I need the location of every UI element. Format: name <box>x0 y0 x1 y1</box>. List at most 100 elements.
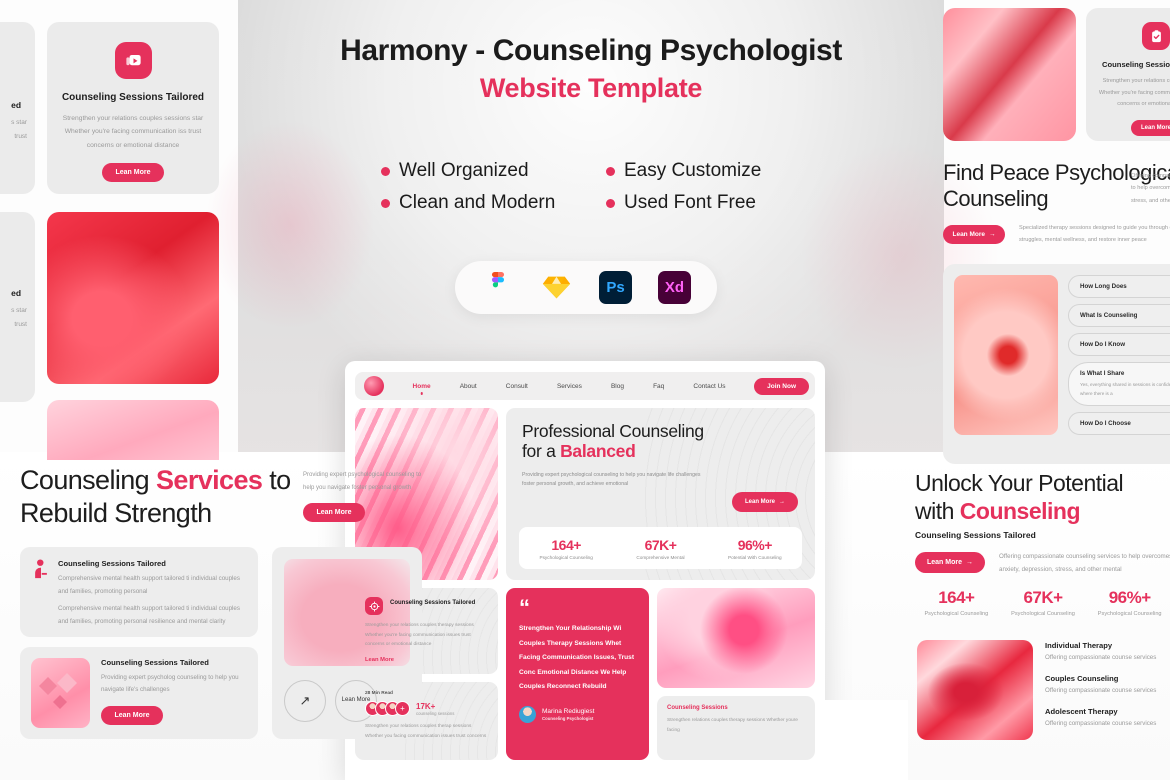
session-count-label: counseling sessions <box>416 710 455 716</box>
bottom-right-stat: 164+ Psychological Counseling <box>913 588 1000 617</box>
bottom-right-cta[interactable]: Lean More → <box>915 552 985 573</box>
right-heading-line2: Counseling <box>943 186 1049 212</box>
page-title: Harmony - Counseling Psychologist <box>340 34 842 67</box>
stat-label: Psychological Counseling <box>1011 611 1075 617</box>
author-meta: Marina Rediugiest Counseling Psychologis… <box>542 708 594 721</box>
mockup-lower-row: Counseling Sessions Tailored Strengthen … <box>355 588 815 760</box>
mockup-feature-card-title: Counseling Sessions Tailored <box>390 600 476 606</box>
mockup-navbar: Home About Consult Services Blog Faq Con… <box>355 372 815 400</box>
service-item[interactable]: Couples Counseling Offering compassionat… <box>1045 674 1170 694</box>
nav-item-faq[interactable]: Faq <box>653 383 664 390</box>
service-item[interactable]: Individual Therapy Offering compassionat… <box>1045 641 1170 661</box>
bottom-left-card-2-content: Counseling Sessions Tailored Providing e… <box>100 658 247 728</box>
hero-cta-button[interactable]: Lean More → <box>731 492 798 512</box>
hero-cta-label: Lean More <box>744 499 775 505</box>
left-abstract-image-red <box>47 212 219 384</box>
bullet-dot-icon <box>381 166 390 176</box>
feature-item: Well Organized <box>381 160 606 182</box>
faq-item[interactable]: How Do I Choose <box>1068 412 1170 436</box>
right-top-heading-body: Offering compassionate counseling servic… <box>1131 173 1170 204</box>
hero-panel: Professional Counseling for a Balanced P… <box>506 408 815 580</box>
service-body: Offering compassionate counse services <box>1045 654 1157 661</box>
faq-item[interactable]: What Is Counseling <box>1068 304 1170 327</box>
bottom-right-service-list: Individual Therapy Offering compassionat… <box>1045 641 1170 740</box>
mockup-right-column: Counseling Sessions Strengthen relations… <box>657 588 815 760</box>
service-item[interactable]: Adolescent Therapy Offering compassionat… <box>1045 707 1170 727</box>
hero-heading-line2: for a <box>522 441 561 462</box>
author-role: Counseling Psychologist <box>542 715 594 721</box>
left-cut-card-bottom-title: ed s star trust <box>11 288 27 328</box>
right-feature-card-cta[interactable]: Lean More <box>1131 120 1170 137</box>
faq-item-open[interactable]: Is What I Share Yes, everything shared i… <box>1068 362 1170 407</box>
avatar-stack: + 17K+ counseling sessions <box>365 701 488 716</box>
nav-item-home[interactable]: Home <box>413 383 431 390</box>
nav-item-consult[interactable]: Consult <box>506 383 528 390</box>
bottom-left-card-2-title: Counseling Sessions Tailored <box>100 658 209 667</box>
faq-item[interactable]: How Do I Know <box>1068 333 1170 356</box>
left-feature-card-cta[interactable]: Lean More <box>102 163 164 183</box>
bottom-left-card-1-title: Counseling Sessions Tailored <box>58 559 166 568</box>
bottom-left-side: Providing expert psychological counselin… <box>303 469 423 523</box>
nav-item-blog[interactable]: Blog <box>611 383 624 390</box>
feature-item: Used Font Free <box>606 192 801 214</box>
bottom-right-cta-label: Lean More <box>926 559 962 566</box>
arrow-up-right-icon-button[interactable]: ↗ <box>284 680 326 722</box>
bottom-right-spiral-image <box>917 640 1033 740</box>
feature-list: Well Organized Clean and Modern Easy Cus… <box>238 160 944 214</box>
nav-item-contact-us[interactable]: Contact Us <box>693 383 725 390</box>
brand-logo-icon[interactable] <box>364 376 384 396</box>
join-now-button[interactable]: Join Now <box>754 377 809 395</box>
right-top-cta-label: Lean More <box>952 231 985 238</box>
left-abstract-image-pink <box>47 400 219 460</box>
feature-column-right: Easy Customize Used Font Free <box>606 160 801 214</box>
faq-question: What Is Counseling <box>1080 312 1138 319</box>
faq-list: How Long Does What Is Counseling How Do … <box>1068 275 1170 453</box>
pink-glow-left <box>205 120 375 330</box>
bottom-left-side-cta[interactable]: Lean More <box>303 503 365 523</box>
left-feature-card[interactable]: Counseling Sessions Tailored Strengthen … <box>47 22 219 194</box>
figma-icon[interactable] <box>481 271 514 304</box>
bottom-left-card-2-cta[interactable]: Lean More <box>100 705 163 725</box>
poster-canvas: ed s star trust ed s star trust Counseli… <box>0 0 1170 780</box>
hero-heading: Professional Counseling for a Balanced <box>522 421 799 462</box>
service-title: Couples Counseling <box>1045 674 1119 683</box>
service-title: Adolescent Therapy <box>1045 707 1118 716</box>
faq-item[interactable]: How Long Does <box>1068 275 1170 298</box>
stat-value: 67K+ <box>1023 588 1063 607</box>
bottom-right-stat: 67K+ Psychological Counseling <box>1000 588 1087 617</box>
bottom-left-card-2-body: Providing expert psycholog counseling to… <box>100 674 239 694</box>
bl-heading-accent: Services <box>156 465 263 495</box>
nav-item-services[interactable]: Services <box>557 383 582 390</box>
mockup-feature-card[interactable]: Counseling Sessions Tailored Strengthen … <box>355 588 498 674</box>
faq-answer: Yes, everything shared in sessions is co… <box>1080 382 1170 396</box>
bottom-left-card-1[interactable]: Counseling Sessions Tailored Comprehensi… <box>20 547 258 637</box>
service-title: Individual Therapy <box>1045 641 1113 650</box>
nav-item-about[interactable]: About <box>460 383 477 390</box>
quote-mark-icon: “ <box>519 595 530 620</box>
right-top-cta[interactable]: Lean More → <box>943 225 1005 244</box>
service-body: Offering compassionate counse services <box>1045 687 1157 694</box>
faq-section: How Long Does What Is Counseling How Do … <box>943 264 1170 464</box>
left-feature-card-body: Strengthen your relations couples sessio… <box>62 115 204 149</box>
bottom-left-heading: Counseling Services to Rebuild Strength <box>20 464 350 530</box>
avatar-plus-icon[interactable]: + <box>395 701 410 716</box>
mockup-feature-card-link[interactable]: Lean More <box>365 657 488 663</box>
mockup-hero-row: Professional Counseling for a Balanced P… <box>355 408 815 580</box>
mockup-feature-card-body: Strengthen your relations couples therap… <box>365 623 474 648</box>
hero-stat-value: 67K+ <box>644 536 677 553</box>
diamond-illustration-icon <box>31 658 90 728</box>
hero-stat-value: 164+ <box>551 536 581 553</box>
sketch-icon[interactable] <box>540 271 573 304</box>
xd-icon[interactable]: Xd <box>658 271 691 304</box>
bottom-left-card-2[interactable]: Counseling Sessions Tailored Providing e… <box>20 647 258 739</box>
photoshop-icon[interactable]: Ps <box>599 271 632 304</box>
hero-stat-label: Psychological Counseling <box>539 554 593 560</box>
right-feature-card[interactable]: Counseling Sessions Tailored Strengthen … <box>1086 8 1170 141</box>
mockup-side-card[interactable]: Counseling Sessions Strengthen relations… <box>657 696 815 760</box>
bottom-left-card-1-body-1: Comprehensive mental health support tail… <box>58 575 240 595</box>
hero-stat-label: Comprehensive Mental <box>636 554 685 560</box>
right-top-section: Counseling Sessions Tailored Strengthen … <box>935 0 1170 464</box>
page-subtitle: Website Template <box>479 72 703 103</box>
feature-item: Clean and Modern <box>381 192 606 214</box>
feature-column-left: Well Organized Clean and Modern <box>381 160 606 214</box>
